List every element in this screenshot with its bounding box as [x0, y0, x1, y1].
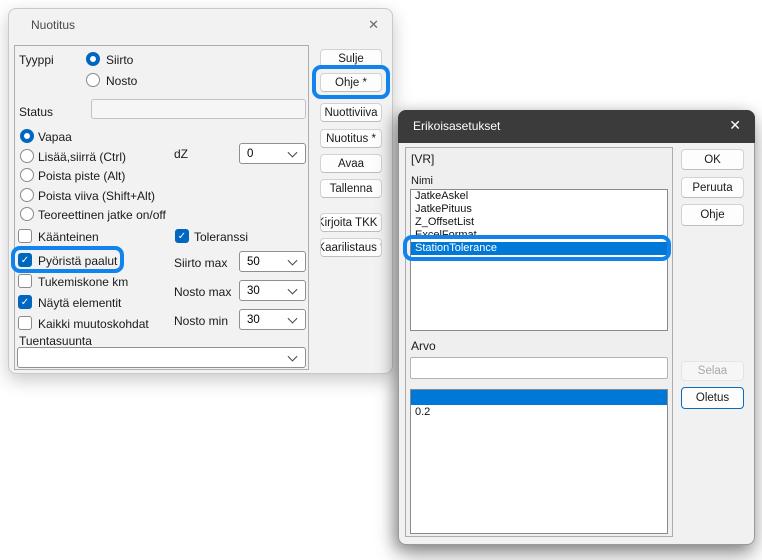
chevron-down-icon: [288, 313, 298, 323]
nosto-min-label: Nosto min: [174, 314, 228, 328]
nuotitus-dialog: Nuotitus ✕ Tyyppi Siirto Nosto Status Va…: [8, 8, 393, 374]
chevron-down-icon: [288, 284, 298, 294]
tuentasuunta-label: Tuentasuunta: [19, 334, 92, 348]
list-item[interactable]: Z_OffsetList: [411, 216, 667, 229]
radio-poista-piste[interactable]: [20, 168, 34, 182]
radio-teoreettinen-jatke[interactable]: [20, 207, 34, 221]
dz-label: dZ: [174, 147, 188, 161]
radio-siirto[interactable]: [86, 52, 100, 66]
checkbox-tukemiskone-km[interactable]: [18, 274, 32, 288]
status-label: Status: [19, 105, 53, 119]
status-field[interactable]: [91, 99, 306, 119]
nuottiviiva-button[interactable]: Nuottiviiva: [320, 103, 382, 122]
arvo-label: Arvo: [411, 339, 436, 353]
checkbox-pyorista-paalut[interactable]: ✓: [18, 253, 32, 267]
nosto-min-combobox[interactable]: 30: [239, 309, 306, 330]
chevron-down-icon: [288, 255, 298, 265]
dialog-title: Erikoisasetukset: [413, 119, 500, 133]
ok-button[interactable]: OK: [681, 149, 744, 170]
list-item[interactable]: JatkePituus: [411, 203, 667, 216]
oletus-button[interactable]: Oletus: [681, 387, 744, 409]
list-item-selected[interactable]: StationTolerance: [411, 242, 667, 255]
checkbox-kaikki-muutoskohdat-label: Kaikki muutoskohdat: [38, 317, 149, 331]
nimi-label: Nimi: [411, 175, 433, 187]
close-icon[interactable]: ✕: [729, 117, 741, 134]
checkbox-toleranssi-label: Toleranssi: [194, 230, 248, 244]
kirjoita-tkk-button[interactable]: Kirjoita TKK *: [320, 213, 382, 232]
check-icon: ✓: [21, 297, 29, 308]
kaarilistaus-button[interactable]: Kaarilistaus *: [320, 238, 382, 257]
siirto-max-combobox[interactable]: 50: [239, 251, 306, 272]
radio-nosto-label: Nosto: [106, 74, 137, 88]
radio-siirto-label: Siirto: [106, 53, 133, 67]
radio-poista-viiva-label: Poista viiva (Shift+Alt): [38, 189, 155, 203]
radio-vapaa-label: Vapaa: [38, 130, 72, 144]
vr-section-label: [VR]: [411, 152, 434, 166]
nosto-max-label: Nosto max: [174, 285, 231, 299]
arvo-listbox[interactable]: 0.2: [410, 389, 668, 534]
siirto-max-label: Siirto max: [174, 256, 227, 270]
list-item[interactable]: ExcelFormat: [411, 229, 667, 242]
tyyppi-label: Tyyppi: [19, 53, 54, 67]
close-icon[interactable]: ✕: [368, 17, 379, 33]
radio-lisaa-siirra-label: Lisää,siirrä (Ctrl): [38, 150, 126, 164]
avaa-button[interactable]: Avaa: [320, 154, 382, 173]
list-item[interactable]: JatkeAskel: [411, 190, 667, 203]
dz-value: 0: [247, 148, 253, 160]
nosto-max-combobox[interactable]: 30: [239, 280, 306, 301]
checkbox-nayta-elementit-label: Näytä elementit: [38, 296, 121, 310]
ohje-button[interactable]: Ohje: [681, 204, 744, 226]
dialog-title: Nuotitus: [31, 18, 75, 32]
selaa-button: Selaa: [681, 361, 744, 381]
check-icon: ✓: [21, 255, 29, 266]
nosto-max-value: 30: [247, 285, 260, 297]
erikoisasetukset-dialog: Erikoisasetukset ✕ [VR] Nimi JatkeAskel …: [398, 110, 755, 545]
list-item-selected[interactable]: [411, 390, 667, 405]
titlebar[interactable]: Erikoisasetukset ✕: [398, 110, 755, 143]
tallenna-button[interactable]: Tallenna: [320, 179, 382, 198]
checkbox-kaanteinen[interactable]: [18, 229, 32, 243]
sulje-button[interactable]: Sulje: [320, 49, 382, 68]
siirto-max-value: 50: [247, 256, 260, 268]
tuentasuunta-combobox[interactable]: [17, 347, 306, 368]
checkbox-pyorista-paalut-label: Pyöristä paalut: [38, 254, 117, 268]
nosto-min-value: 30: [247, 314, 260, 326]
checkbox-tukemiskone-km-label: Tukemiskone km: [38, 275, 128, 289]
ohje-button[interactable]: Ohje *: [320, 73, 382, 92]
radio-lisaa-siirra[interactable]: [20, 149, 34, 163]
check-icon: ✓: [178, 231, 186, 242]
radio-poista-viiva[interactable]: [20, 188, 34, 202]
checkbox-kaanteinen-label: Käänteinen: [38, 230, 99, 244]
arvo-input[interactable]: [410, 357, 668, 379]
chevron-down-icon: [288, 351, 298, 361]
checkbox-nayta-elementit[interactable]: ✓: [18, 295, 32, 309]
radio-nosto[interactable]: [86, 73, 100, 87]
peruuta-button[interactable]: Peruuta: [681, 177, 744, 198]
radio-vapaa[interactable]: [20, 129, 34, 143]
radio-poista-piste-label: Poista piste (Alt): [38, 169, 125, 183]
nuotitus-button[interactable]: Nuotitus *: [320, 129, 382, 148]
chevron-down-icon: [288, 147, 298, 157]
nimi-listbox[interactable]: JatkeAskel JatkePituus Z_OffsetList Exce…: [410, 189, 668, 331]
radio-teoreettinen-jatke-label: Teoreettinen jatke on/off: [38, 208, 166, 222]
list-item[interactable]: 0.2: [411, 405, 667, 420]
checkbox-kaikki-muutoskohdat[interactable]: [18, 316, 32, 330]
checkbox-toleranssi[interactable]: ✓: [175, 229, 189, 243]
dz-combobox[interactable]: 0: [239, 143, 306, 164]
